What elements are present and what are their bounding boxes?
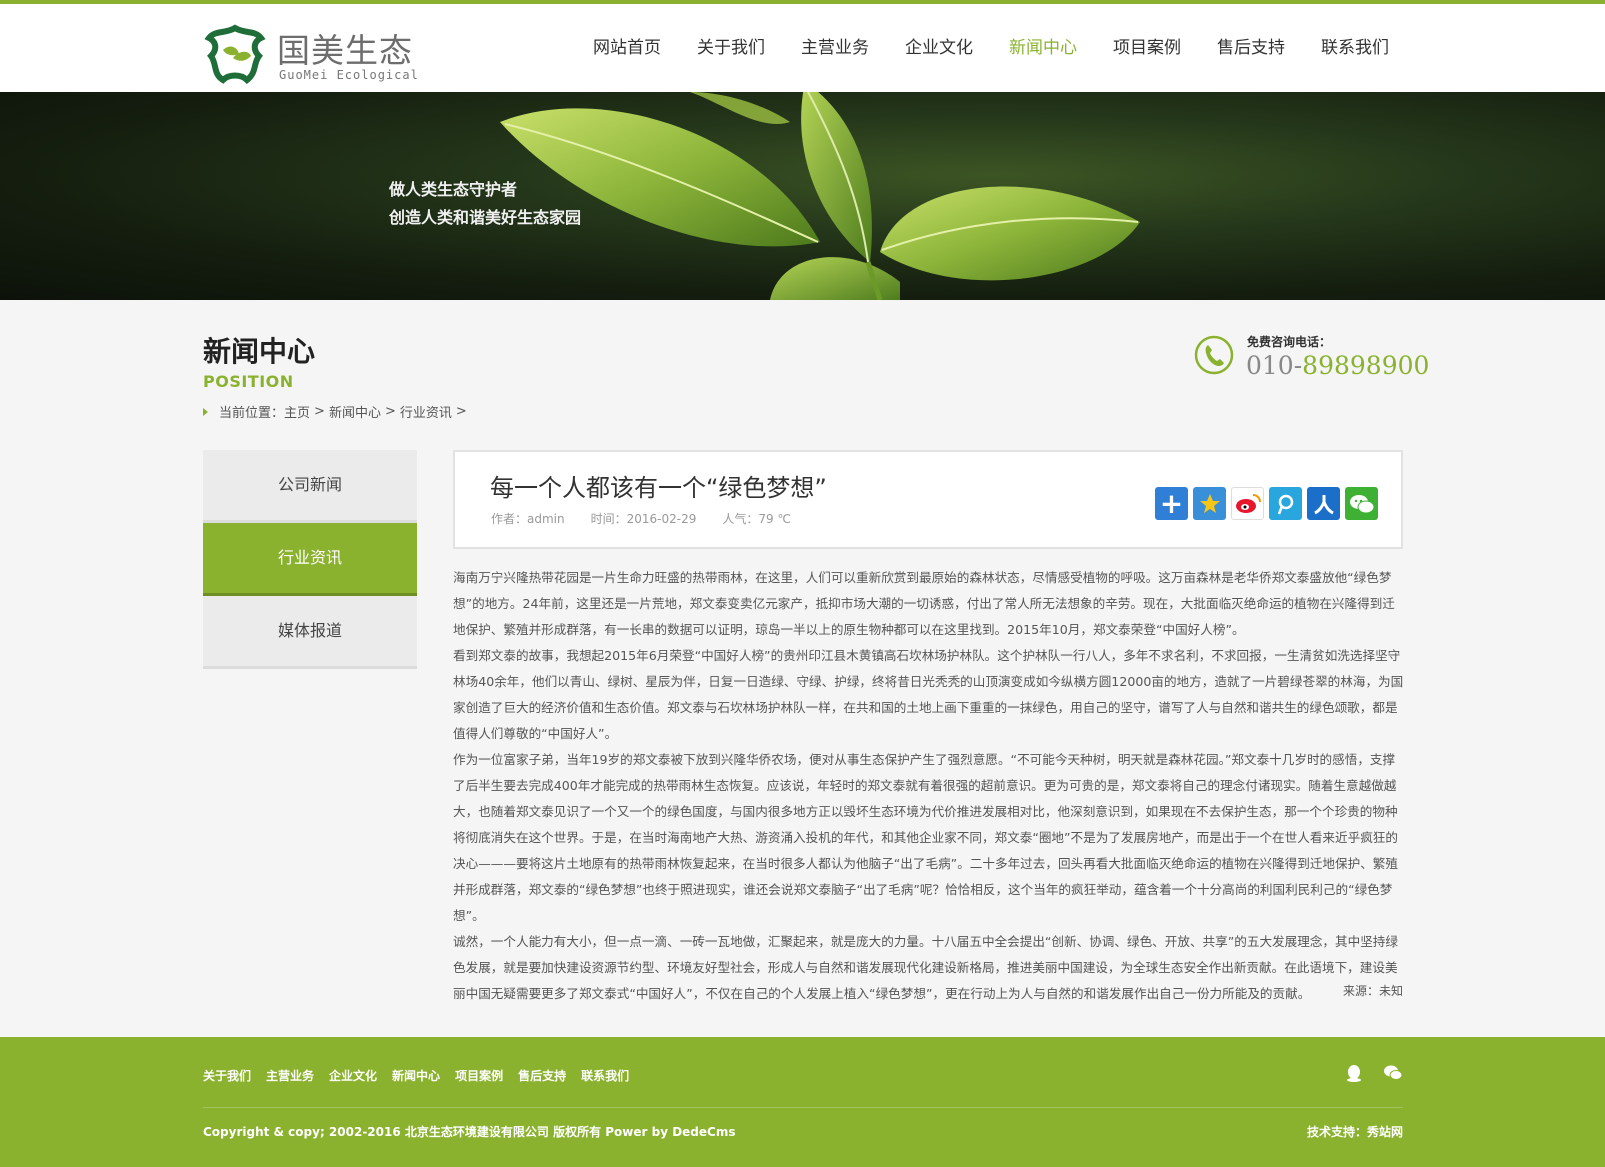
breadcrumb-news[interactable]: 新闻中心 [329, 402, 381, 421]
banner-slogan-line2: 创造人类和谐美好生态家园 [389, 208, 582, 227]
footer: 关于我们 主营业务 企业文化 新闻中心 项目案例 售后支持 联系我们 Copyr… [0, 1037, 1605, 1167]
nav-home[interactable]: 网站首页 [575, 4, 679, 92]
position-label: POSITION [203, 372, 294, 391]
article-paragraph: 诚然，一个人能力有大小，但一点一滴、一砖一瓦地做，汇聚起来，就是庞大的力量。十八… [453, 934, 1398, 1001]
logo[interactable]: 国美生态 GuoMei Ecological [203, 20, 418, 84]
footer-link-support[interactable]: 售后支持 [518, 1067, 566, 1084]
sidebar-item-media-reports[interactable]: 媒体报道 [203, 596, 417, 669]
article-views: 人气：79 ℃ [722, 512, 791, 526]
nav-contact[interactable]: 联系我们 [1303, 4, 1407, 92]
breadcrumb-separator: > [384, 404, 396, 419]
share-more-icon[interactable]: + [1155, 487, 1188, 520]
nav-support[interactable]: 售后支持 [1199, 4, 1303, 92]
article-header: 每一个人都该有一个“绿色梦想” 作者：admin 时间：2016-02-29 人… [453, 450, 1403, 549]
nav-news[interactable]: 新闻中心 [991, 4, 1095, 92]
breadcrumb-home[interactable]: 主页 [284, 402, 310, 421]
article-author: 作者：admin [491, 512, 565, 526]
weibo-icon[interactable] [1231, 487, 1264, 520]
qzone-icon[interactable] [1193, 487, 1226, 520]
footer-link-contact[interactable]: 联系我们 [581, 1067, 629, 1084]
banner-leaves-image [500, 92, 1140, 300]
qq-icon[interactable] [1344, 1063, 1364, 1083]
tech-support: 技术支持：秀站网 [1306, 1125, 1403, 1139]
sidebar-item-industry-news[interactable]: 行业资讯 [203, 523, 417, 596]
article-paragraph: 作为一位富家子弟，当年19岁的郑文泰被下放到兴隆华侨农场，便对从事生态保护产生了… [453, 752, 1398, 923]
article-body: 海南万宁兴隆热带花园是一片生命力旺盛的热带雨林，在这里，人们可以重新欣赏到最原始… [453, 565, 1404, 1007]
footer-link-about[interactable]: 关于我们 [203, 1067, 251, 1084]
footer-social [1325, 1063, 1403, 1083]
tencent-weibo-icon[interactable] [1269, 487, 1302, 520]
footer-link-cases[interactable]: 项目案例 [455, 1067, 503, 1084]
footer-link-culture[interactable]: 企业文化 [329, 1067, 377, 1084]
footer-link-news[interactable]: 新闻中心 [392, 1067, 440, 1084]
article-title: 每一个人都该有一个“绿色梦想” [490, 474, 827, 502]
footer-link-business[interactable]: 主营业务 [266, 1067, 314, 1084]
nav-cases[interactable]: 项目案例 [1095, 4, 1199, 92]
article-date: 时间：2016-02-29 [590, 512, 697, 526]
logo-leaf-icon [204, 24, 266, 84]
renren-icon[interactable] [1307, 487, 1340, 520]
sidebar-item-company-news[interactable]: 公司新闻 [203, 450, 417, 523]
article-paragraph: 看到郑文泰的故事，我想起2015年6月荣登“中国好人榜”的贵州印江县木黄镇高石坎… [453, 648, 1404, 741]
breadcrumb-separator: > [455, 404, 467, 419]
hotline-digits: 89898900 [1302, 351, 1430, 380]
hotline-label: 免费咨询电话： [1247, 335, 1332, 349]
nav-about[interactable]: 关于我们 [679, 4, 783, 92]
article-paragraph: 海南万宁兴隆热带花园是一片生命力旺盛的热带雨林，在这里，人们可以重新欣赏到最原始… [453, 570, 1395, 637]
banner-slogan-line1: 做人类生态守护者 [389, 180, 518, 199]
hotline: 免费咨询电话： 010-89898900 [1194, 333, 1429, 383]
footer-divider [203, 1107, 1403, 1108]
page-title: 新闻中心 [203, 335, 316, 368]
banner: 做人类生态守护者 创造人类和谐美好生态家园 [0, 92, 1605, 300]
wechat-icon[interactable] [1345, 487, 1378, 520]
copyright: Copyright & copy; 2002-2016 北京生态环境建设有限公司… [203, 1125, 736, 1139]
nav-culture[interactable]: 企业文化 [887, 4, 991, 92]
header: 国美生态 GuoMei Ecological 网站首页 关于我们 主营业务 企业… [0, 4, 1605, 92]
banner-slogan: 做人类生态守护者 创造人类和谐美好生态家园 [389, 176, 581, 232]
article-meta: 作者：admin 时间：2016-02-29 人气：79 ℃ [491, 510, 817, 527]
share-bar: + [1155, 487, 1383, 520]
phone-icon [1194, 335, 1234, 375]
footer-links: 关于我们 主营业务 企业文化 新闻中心 项目案例 售后支持 联系我们 [203, 1067, 644, 1084]
logo-text-cn: 国美生态 [277, 31, 413, 70]
breadcrumb-arrow-icon [203, 407, 208, 416]
breadcrumb-category[interactable]: 行业资讯 [400, 402, 452, 421]
breadcrumb-prefix: 当前位置： [219, 406, 285, 421]
breadcrumb-separator: > [314, 404, 325, 419]
wechat-icon[interactable] [1383, 1063, 1403, 1083]
logo-text-en: GuoMei Ecological [279, 68, 419, 82]
nav-business[interactable]: 主营业务 [783, 4, 887, 92]
hotline-number: 010-89898900 [1246, 351, 1429, 380]
hotline-prefix: 010- [1246, 351, 1303, 380]
breadcrumb: 当前位置： 主页 > 新闻中心 > 行业资讯 > [203, 402, 471, 421]
sidebar: 公司新闻 行业资讯 媒体报道 [203, 450, 417, 669]
main-nav: 网站首页 关于我们 主营业务 企业文化 新闻中心 项目案例 售后支持 联系我们 [575, 4, 1407, 92]
article-source: 来源：未知 [1342, 984, 1403, 998]
